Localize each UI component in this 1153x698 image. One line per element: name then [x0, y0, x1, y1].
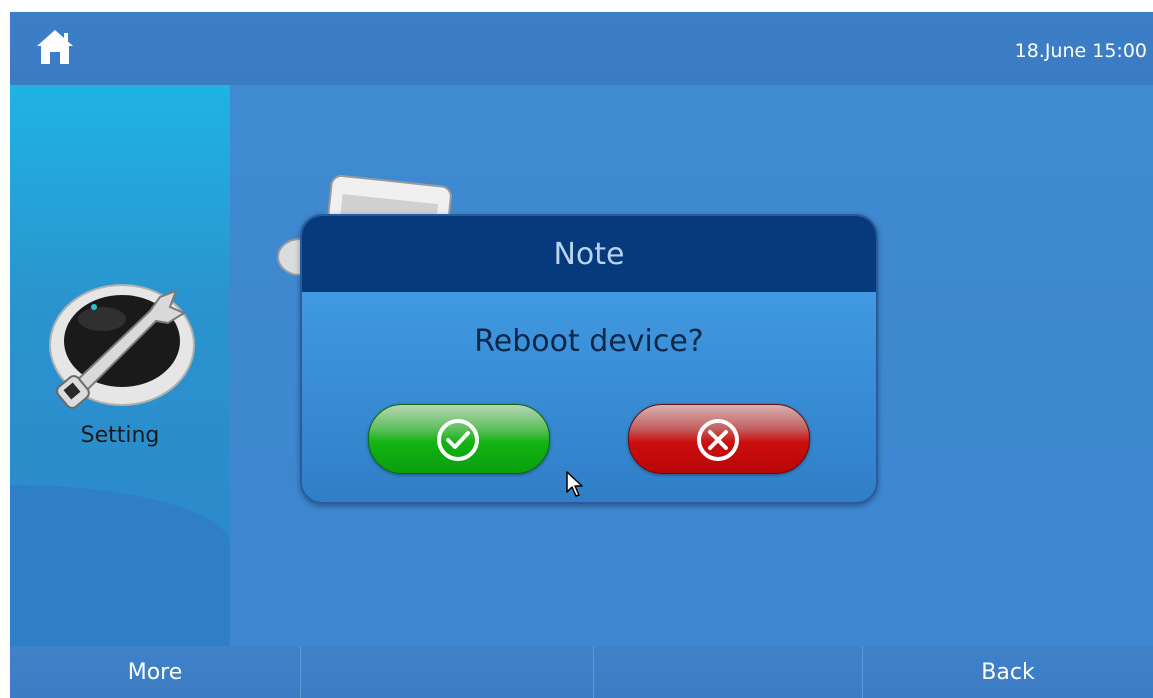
more-label: More — [127, 659, 183, 685]
mouse-pointer-icon — [566, 471, 583, 497]
top-bar: 18.June 15:00 — [10, 12, 1153, 85]
sidebar-item-setting[interactable]: Setting — [10, 265, 230, 465]
reboot-confirm-dialog: Note Reboot device? — [300, 214, 878, 504]
more-button[interactable]: More — [10, 646, 300, 698]
back-button[interactable]: Back — [863, 646, 1153, 698]
confirm-button[interactable] — [368, 404, 550, 474]
back-label: Back — [981, 659, 1035, 685]
dialog-header: Note — [302, 216, 876, 292]
bottom-empty-slot-2 — [594, 646, 862, 698]
wrench-settings-icon — [49, 284, 195, 409]
datetime-display: 18.June 15:00 — [1014, 40, 1147, 62]
dialog-title: Note — [553, 236, 625, 272]
home-button[interactable] — [32, 24, 78, 70]
dialog-message: Reboot device? — [474, 324, 704, 359]
cancel-button[interactable] — [628, 404, 810, 474]
home-icon — [37, 30, 73, 64]
x-circle-icon — [697, 419, 739, 461]
check-circle-icon — [437, 419, 479, 461]
sidebar: Setting — [10, 85, 230, 646]
setting-label: Setting — [80, 423, 160, 448]
bottom-bar: More Back — [10, 646, 1153, 698]
bottom-empty-slot-1 — [301, 646, 593, 698]
sidebar-wave-decoration — [10, 485, 230, 646]
